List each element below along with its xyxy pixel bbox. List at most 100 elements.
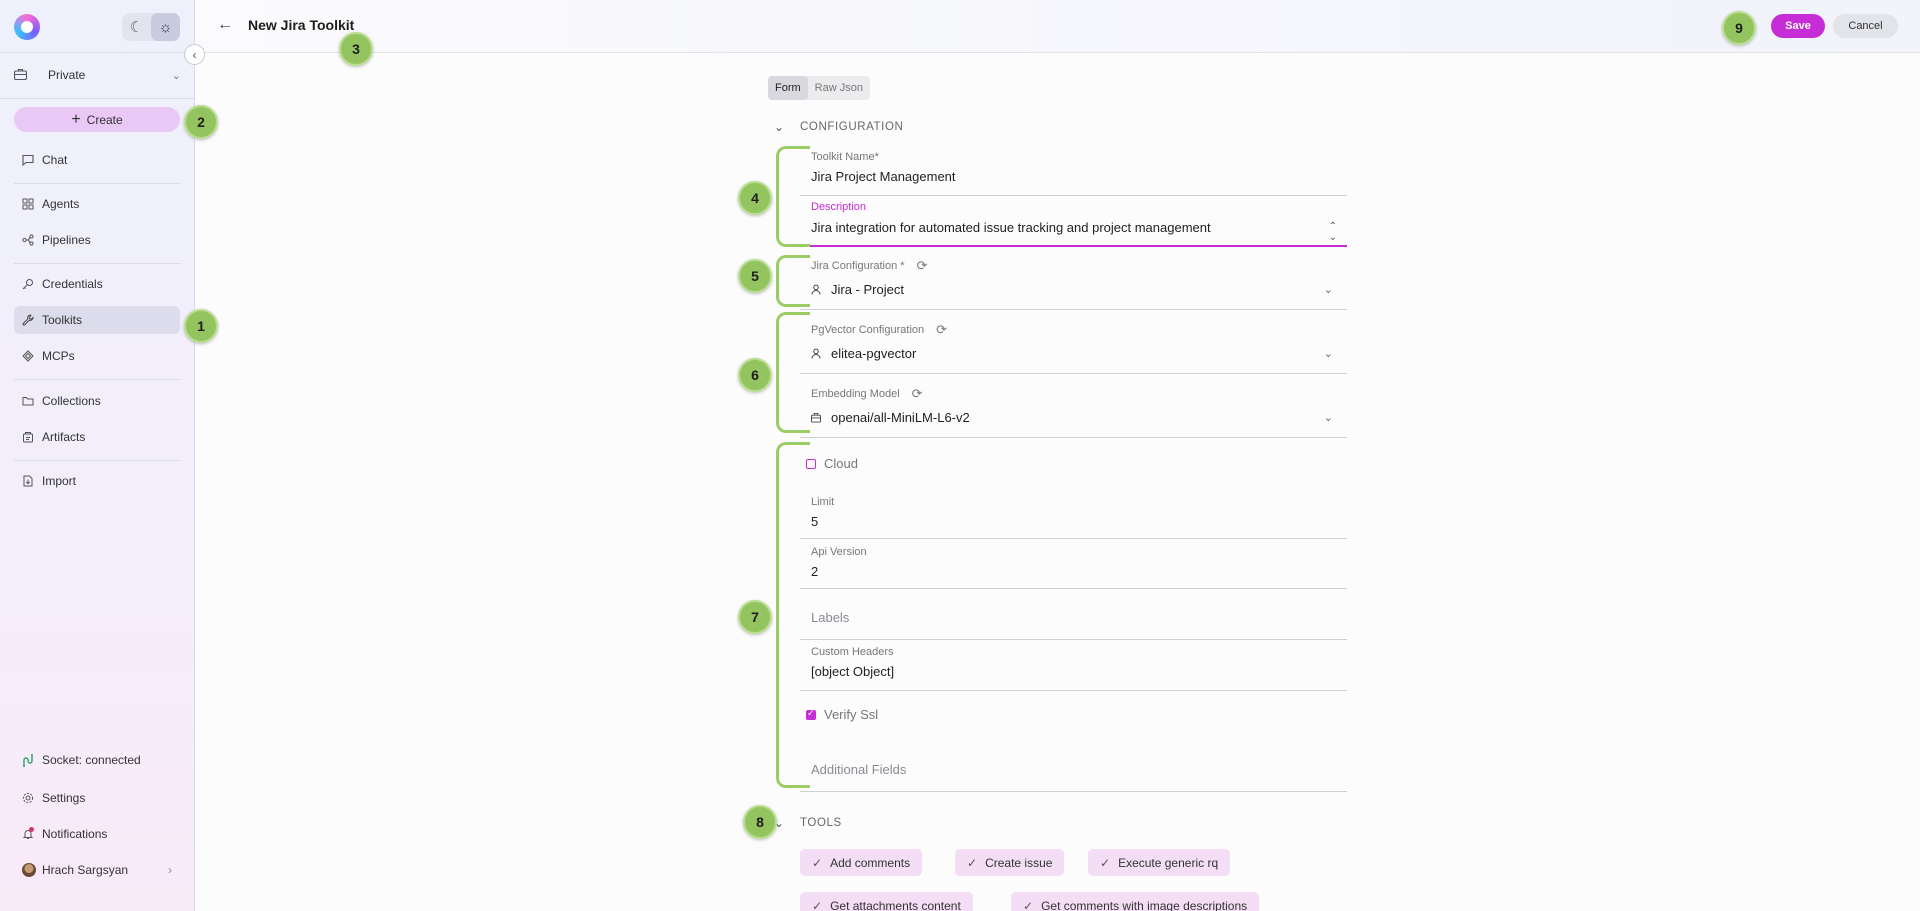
field-value: openai/all-MiniLM-L6-v2 (811, 410, 970, 425)
moon-icon[interactable]: ☾ (122, 13, 151, 41)
tool-chip-label: Get attachments content (830, 898, 961, 911)
sidebar-item-pipelines[interactable]: Pipelines (14, 226, 180, 254)
field-label: Toolkit Name* (811, 151, 879, 163)
tab-raw-json[interactable]: Raw Json (808, 76, 870, 100)
field-value-text: elitea-pgvector (831, 346, 917, 361)
create-button[interactable]: + Create (14, 107, 180, 132)
section-configuration-header[interactable]: ⌄ CONFIGURATION (774, 120, 903, 134)
sidebar-item-import[interactable]: Import (14, 467, 180, 495)
app-logo-icon[interactable] (14, 14, 40, 40)
field-label: Description (811, 201, 867, 213)
collapse-sidebar-button[interactable]: ‹ (184, 44, 205, 65)
mode-tabs: Form Raw Json (768, 76, 870, 100)
sidebar-item-collections[interactable]: Collections (14, 387, 180, 415)
toolkit-name-field[interactable]: Toolkit Name* Jira Project Management (800, 146, 1347, 196)
additional-fields-field[interactable]: Additional Fields (800, 740, 1347, 792)
tool-chip-execute-generic-rq[interactable]: ✓ Execute generic rq (1088, 849, 1231, 876)
sidebar-item-label: Collections (42, 394, 101, 408)
field-value-text: openai/all-MiniLM-L6-v2 (831, 410, 970, 425)
field-value: [object Object] (811, 664, 895, 679)
key-icon (22, 278, 42, 290)
field-label-text: Jira Configuration * (811, 260, 905, 272)
tool-chip-add-comments[interactable]: ✓ Add comments (800, 849, 923, 876)
briefcase-icon (13, 68, 36, 83)
annotation-badge: 3 (339, 32, 373, 66)
tab-form[interactable]: Form (768, 76, 808, 100)
sidebar-item-label: Credentials (42, 277, 103, 291)
socket-status: Socket: connected (22, 753, 141, 767)
chevron-down-icon: ⌄ (774, 816, 785, 830)
page-header: ← New Jira Toolkit Save Cancel (195, 0, 1920, 53)
section-title: CONFIGURATION (800, 121, 904, 133)
tool-chip-label: Execute generic rq (1118, 855, 1219, 870)
project-selector[interactable]: Private ⌄ (13, 60, 181, 90)
project-name: Private (48, 68, 86, 82)
custom-headers-field[interactable]: Custom Headers [object Object] (800, 640, 1347, 691)
field-placeholder: Labels (811, 610, 850, 625)
refresh-icon[interactable]: ⟳ (936, 322, 947, 338)
chevron-left-icon: ‹ (192, 47, 197, 62)
divider (14, 183, 181, 184)
labels-field[interactable]: Labels (800, 589, 1347, 640)
theme-toggle[interactable]: ☾ ☼ (122, 13, 180, 41)
sidebar-item-label: Import (42, 474, 77, 488)
field-label: Limit (811, 496, 835, 508)
chat-icon (22, 154, 42, 166)
user-name: Hrach Sargsyan (42, 863, 129, 877)
field-label: Embedding Model ⟳ (811, 386, 923, 402)
sidebar-item-mcps[interactable]: MCPs (14, 342, 180, 370)
check-icon: ✓ (967, 855, 978, 870)
sidebar-item-chat[interactable]: Chat (14, 146, 180, 174)
save-button[interactable]: Save (1771, 14, 1825, 38)
embedding-model-select[interactable]: Embedding Model ⟳ openai/all-MiniLM-L6-v… (800, 380, 1347, 438)
pgvector-configuration-select[interactable]: PgVector Configuration ⟳ elitea-pgvector… (800, 316, 1347, 374)
chevron-down-icon: ⌄ (1323, 348, 1333, 360)
tool-chip-label: Create issue (985, 855, 1053, 870)
section-tools-header[interactable]: ⌄ TOOLS (774, 816, 842, 830)
refresh-icon[interactable]: ⟳ (912, 386, 923, 402)
tool-chip-get-comments-with-image-descriptions[interactable]: ✓ Get comments with image descriptions (1011, 892, 1260, 911)
user-icon (811, 348, 821, 359)
tool-chip-create-issue[interactable]: ✓ Create issue (955, 849, 1065, 876)
sidebar-item-label: Toolkits (42, 313, 83, 327)
cloud-checkbox[interactable]: Cloud (806, 456, 858, 471)
bell-icon (22, 827, 42, 840)
back-arrow-icon[interactable]: ← (217, 16, 233, 34)
sidebar-item-label: Agents (42, 197, 80, 211)
field-value: 2 (811, 564, 819, 579)
limit-field[interactable]: Limit 5 (800, 489, 1347, 539)
verify-ssl-checkbox[interactable]: Verify Ssl (806, 707, 878, 722)
tool-chip-label: Get comments with image descriptions (1041, 898, 1248, 911)
cancel-button[interactable]: Cancel (1833, 14, 1898, 38)
field-value: elitea-pgvector (811, 346, 916, 361)
check-icon: ✓ (812, 898, 823, 911)
divider (14, 263, 181, 264)
sidebar-item-notifications[interactable]: Notifications (22, 827, 107, 841)
sidebar-item-artifacts[interactable]: Artifacts (14, 423, 180, 451)
sidebar-item-toolkits[interactable]: Toolkits (14, 306, 180, 334)
annotation-bracket (776, 255, 810, 307)
plus-icon: + (71, 110, 81, 128)
annotation-badge: 2 (184, 105, 218, 139)
api-version-field[interactable]: Api Version 2 (800, 539, 1347, 589)
sidebar-item-agents[interactable]: Agents (14, 190, 180, 218)
wrench-icon (22, 314, 42, 326)
sidebar: ☾ ☼ Private ⌄ + Create Chat Agents Pipel… (0, 0, 195, 911)
tool-chip-get-attachments-content[interactable]: ✓ Get attachments content (800, 892, 973, 911)
sidebar-item-settings[interactable]: Settings (22, 791, 85, 805)
divider (0, 52, 195, 53)
sidebar-item-label: Pipelines (42, 233, 91, 247)
pipeline-icon (22, 234, 42, 246)
import-icon (22, 475, 42, 487)
description-field[interactable]: Description Jira integration for automat… (800, 196, 1347, 247)
socket-icon (22, 753, 42, 767)
refresh-icon[interactable]: ⟳ (917, 258, 928, 274)
create-label: Create (86, 112, 123, 127)
jira-configuration-select[interactable]: Jira Configuration * ⟳ Jira - Project ⌄ (800, 252, 1347, 310)
sidebar-item-credentials[interactable]: Credentials (14, 270, 180, 298)
user-menu[interactable]: Hrach Sargsyan › (22, 863, 172, 877)
annotation-bracket (776, 312, 810, 433)
sun-icon[interactable]: ☼ (151, 13, 180, 41)
mcp-icon (22, 350, 42, 362)
resize-icon[interactable]: ⌃ ⌄ (1329, 221, 1337, 243)
